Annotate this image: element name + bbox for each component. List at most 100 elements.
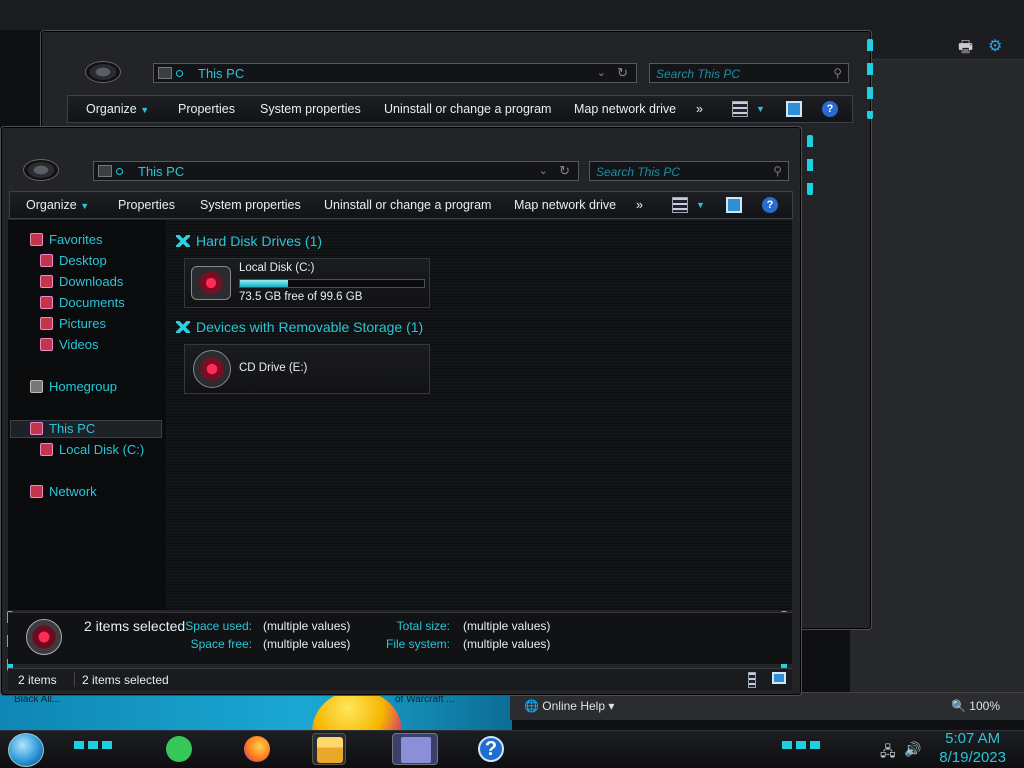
file-pane: Hard Disk Drives (1) Local Disk (C:) 73.… — [166, 220, 792, 610]
search-icon[interactable]: ⚲ — [773, 164, 782, 178]
chevron-down-icon — [176, 321, 190, 333]
group-removable-storage[interactable]: Devices with Removable Storage (1) — [176, 319, 423, 335]
preview-pane-icon[interactable] — [786, 101, 802, 117]
nav-local-disk[interactable]: Local Disk (C:) — [40, 442, 144, 457]
wallpaper-character-image — [312, 692, 402, 732]
refresh-icon[interactable]: ↻ — [559, 163, 570, 179]
search-input[interactable]: Search This PC ⚲ — [589, 161, 789, 181]
nav-this-pc[interactable]: This PC — [30, 421, 95, 436]
details-pane: 2 items selected Space used: (multiple v… — [8, 612, 792, 664]
search-placeholder: Search This PC — [656, 67, 741, 81]
details-view-icon[interactable] — [748, 672, 756, 688]
desktop-wallpaper: Black All... of Warcraft ... — [0, 690, 512, 732]
details-selection-count: 2 items selected — [84, 618, 186, 634]
system-properties-button[interactable]: System properties — [260, 102, 361, 116]
toolbar: Organize ▼ Properties System properties … — [9, 191, 793, 219]
location-dot-icon — [116, 168, 123, 175]
view-icon[interactable] — [672, 197, 688, 213]
chevron-down-icon[interactable]: ▼ — [696, 200, 705, 210]
nav-videos[interactable]: Videos — [40, 337, 99, 352]
organize-button[interactable]: Organize ▼ — [86, 102, 149, 116]
chevron-down-icon[interactable]: ⌄ — [597, 66, 606, 79]
downloads-icon — [40, 275, 53, 288]
chevron-down-icon: ▼ — [80, 201, 90, 211]
group-hard-disk-drives[interactable]: Hard Disk Drives (1) — [176, 233, 322, 249]
start-button[interactable] — [8, 733, 44, 767]
search-placeholder: Search This PC — [596, 165, 681, 179]
online-help-button[interactable]: 🌐 Online Help ▾ — [524, 699, 614, 713]
volume-icon[interactable]: 🔊 — [904, 741, 921, 758]
taskbar-decoration — [74, 741, 114, 749]
address-text: This PC — [138, 164, 185, 179]
help-window: 🖶 ⚙ — [850, 30, 1024, 720]
help-icon: ? — [478, 736, 504, 762]
taskbar-app-control-panel[interactable] — [392, 733, 438, 765]
taskbar-app-help[interactable]: ? — [474, 733, 508, 765]
taskbar-app-firefox[interactable] — [240, 733, 274, 765]
refresh-icon[interactable]: ↻ — [617, 65, 628, 81]
system-properties-button[interactable]: System properties — [200, 198, 301, 212]
nav-logo[interactable] — [85, 61, 121, 83]
nav-favorites[interactable]: Favorites — [30, 232, 102, 247]
space-free-label: Space free: — [190, 637, 252, 651]
organize-button[interactable]: Organize ▼ — [26, 198, 89, 212]
chevron-down-icon[interactable]: ▼ — [756, 104, 765, 114]
nav-pictures[interactable]: Pictures — [40, 316, 106, 331]
file-system-label: File system: — [385, 637, 450, 651]
preview-pane-icon[interactable] — [726, 197, 742, 213]
address-bar[interactable]: This PC ⌄ ↻ — [93, 161, 579, 181]
drive-usage-fill — [240, 280, 288, 287]
help-icon[interactable]: ? — [762, 197, 778, 213]
file-system-value: (multiple values) — [463, 637, 551, 651]
tiles-view-icon[interactable] — [772, 672, 786, 684]
view-icon[interactable] — [732, 101, 748, 117]
globe-icon: 🌐 — [524, 699, 539, 713]
search-icon[interactable]: ⚲ — [833, 66, 842, 80]
drive-name: CD Drive (E:) — [239, 362, 308, 374]
clock[interactable]: 5:07 AM 8/19/2023 — [939, 729, 1006, 767]
search-input-back[interactable]: Search This PC ⚲ — [649, 63, 849, 83]
more-button[interactable]: » — [636, 198, 643, 212]
address-text: This PC — [198, 66, 245, 81]
computer-icon — [158, 67, 172, 79]
taskbar-app-explorer[interactable] — [312, 733, 346, 765]
properties-button[interactable]: Properties — [118, 198, 175, 212]
videos-icon — [40, 338, 53, 351]
toolbar-back: Organize ▼ Properties System properties … — [67, 95, 853, 123]
computer-icon — [30, 422, 43, 435]
properties-button[interactable]: Properties — [178, 102, 235, 116]
chevron-down-icon[interactable]: ⌄ — [539, 164, 548, 177]
folder-icon — [317, 737, 343, 763]
gear-icon[interactable]: ⚙ — [988, 36, 1002, 56]
drive-tile-local-disk[interactable]: Local Disk (C:) 73.5 GB free of 99.6 GB — [184, 258, 430, 308]
uninstall-button[interactable]: Uninstall or change a program — [384, 102, 551, 116]
chevron-down-icon — [176, 235, 190, 247]
nav-homegroup[interactable]: Homegroup — [30, 379, 117, 394]
map-network-drive-button[interactable]: Map network drive — [514, 198, 616, 212]
homegroup-icon — [30, 380, 43, 393]
uninstall-button[interactable]: Uninstall or change a program — [324, 198, 491, 212]
taskbar-app-notes[interactable] — [162, 733, 196, 765]
zoom-level[interactable]: 🔍 100% — [951, 699, 1000, 713]
help-icon[interactable]: ? — [822, 101, 838, 117]
firefox-icon — [244, 736, 270, 762]
desktop-icon — [40, 254, 53, 267]
nav-documents[interactable]: Documents — [40, 295, 125, 310]
more-button[interactable]: » — [696, 102, 703, 116]
control-panel-icon — [401, 737, 431, 763]
nav-desktop[interactable]: Desktop — [40, 253, 107, 268]
drive-tile-cd[interactable]: CD Drive (E:) — [184, 344, 430, 394]
clock-date: 8/19/2023 — [939, 749, 1006, 766]
network-icon[interactable]: 🖧 — [880, 741, 896, 765]
nav-downloads[interactable]: Downloads — [40, 274, 123, 289]
taskbar: ? 🖧 🔊 5:07 AM 8/19/2023 — [0, 730, 1024, 768]
address-bar-back[interactable]: This PC ⌄ ↻ — [153, 63, 637, 83]
map-network-drive-button[interactable]: Map network drive — [574, 102, 676, 116]
star-icon — [30, 233, 43, 246]
help-toolbar: 🖶 ⚙ — [850, 30, 1024, 60]
network-icon — [30, 485, 43, 498]
notes-app-icon — [166, 736, 192, 762]
nav-logo[interactable] — [23, 159, 59, 181]
nav-network[interactable]: Network — [30, 484, 97, 499]
print-icon[interactable]: 🖶 — [958, 36, 973, 63]
